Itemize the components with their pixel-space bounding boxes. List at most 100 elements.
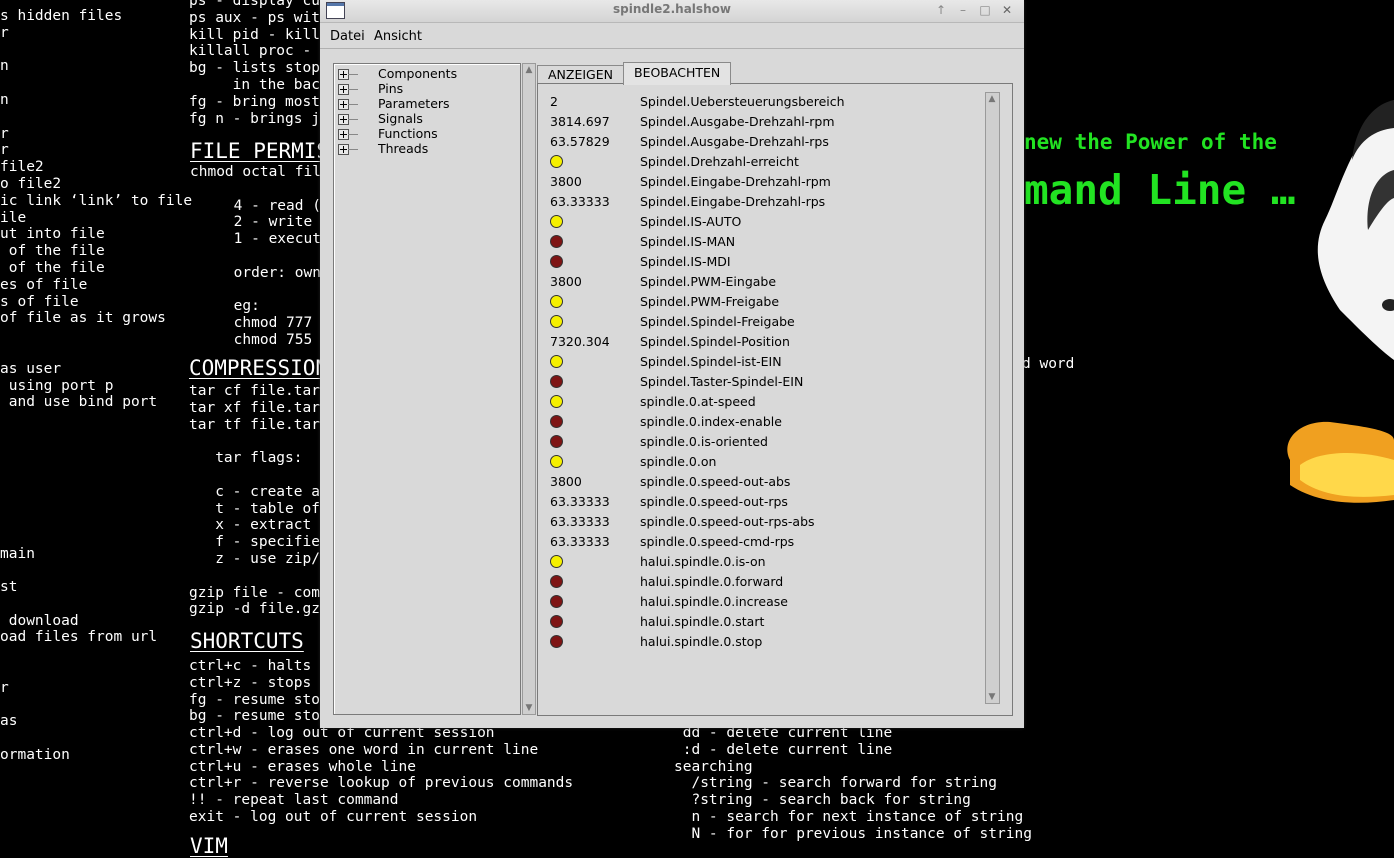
led-off-indicator-icon [550, 435, 563, 448]
watch-row[interactable]: 3800 Spindel.PWM-Eingabe [538, 272, 978, 292]
led-on-indicator-icon [550, 215, 563, 228]
watch-row[interactable]: 63.33333 spindle.0.speed-out-rps [538, 492, 978, 512]
watch-signal-name: halui.spindle.0.stop [640, 634, 763, 649]
watch-row[interactable]: Spindel.Spindel-ist-EIN [538, 352, 978, 372]
watch-value: 2 [550, 94, 558, 109]
keep-above-button[interactable]: ↑ [932, 1, 950, 19]
tree-item-label: Functions [378, 126, 438, 141]
watch-row[interactable]: Spindel.Taster-Spindel-EIN [538, 372, 978, 392]
tab-anzeigen[interactable]: ANZEIGEN [537, 65, 624, 84]
scroll-up-arrow-icon[interactable]: ▲ [524, 65, 534, 75]
watch-row[interactable]: Spindel.Drehzahl-erreicht [538, 152, 978, 172]
watch-row[interactable]: 63.57829 Spindel.Ausgabe-Drehzahl-rps [538, 132, 978, 152]
wallpaper-heading-compression: COMPRESSION [189, 356, 329, 380]
watch-signal-name: Spindel.IS-MAN [640, 234, 736, 249]
watch-value: 63.57829 [550, 134, 610, 149]
wallpaper-heading-vim: VIM [190, 834, 228, 858]
wallpaper-text-left: s hidden files r n n r r file2 o file2 i… [0, 8, 193, 764]
led-off-indicator-icon [550, 375, 563, 388]
watch-row[interactable]: Spindel.PWM-Freigabe [538, 292, 978, 312]
watch-row[interactable]: 63.33333 Spindel.Eingabe-Drehzahl-rps [538, 192, 978, 212]
maximize-button[interactable]: □ [976, 1, 994, 19]
watch-value: 63.33333 [550, 514, 610, 529]
window-titlebar[interactable]: spindle2.halshow ↑ – □ ✕ [320, 0, 1024, 23]
watch-value: 63.33333 [550, 194, 610, 209]
wallpaper-heading-permissions: FILE PERMIS [190, 139, 330, 163]
watch-row[interactable]: halui.spindle.0.is-on [538, 552, 978, 572]
watch-signal-name: spindle.0.on [640, 454, 717, 469]
watch-row[interactable]: 63.33333 spindle.0.speed-cmd-rps [538, 532, 978, 552]
watch-row[interactable]: spindle.0.at-speed [538, 392, 978, 412]
watch-signal-name: Spindel.Spindel-Freigabe [640, 314, 795, 329]
watch-signal-name: Spindel.PWM-Eingabe [640, 274, 777, 289]
tree-item-label: Components [378, 66, 458, 81]
watch-row[interactable]: spindle.0.index-enable [538, 412, 978, 432]
watch-value: 3800 [550, 174, 582, 189]
watch-row[interactable]: 63.33333 spindle.0.speed-out-rps-abs [538, 512, 978, 532]
watch-row[interactable]: 2 Spindel.Uebersteuerungsbereich [538, 92, 978, 112]
led-off-indicator-icon [550, 635, 563, 648]
watch-row[interactable]: Spindel.IS-MDI [538, 252, 978, 272]
close-button[interactable]: ✕ [998, 1, 1016, 19]
watch-signal-name: spindle.0.is-oriented [640, 434, 768, 449]
scroll-up-arrow-icon[interactable]: ▲ [987, 94, 997, 104]
watch-row[interactable]: spindle.0.on [538, 452, 978, 472]
minimize-button[interactable]: – [954, 1, 972, 19]
watch-signal-name: spindle.0.speed-out-abs [640, 474, 791, 489]
halshow-window: spindle2.halshow ↑ – □ ✕ Datei Ansicht C… [320, 0, 1024, 728]
led-on-indicator-icon [550, 395, 563, 408]
tree-connector-line [348, 149, 358, 150]
watch-row[interactable]: 7320.304 Spindel.Spindel-Position [538, 332, 978, 352]
watch-signal-name: Spindel.Spindel-Position [640, 334, 790, 349]
tree-item-label: Signals [378, 111, 423, 126]
wallpaper-text-vim: dd - delete current line :d - delete cur… [674, 725, 1032, 842]
watch-signal-name: halui.spindle.0.start [640, 614, 765, 629]
led-on-indicator-icon [550, 315, 563, 328]
watch-row[interactable]: Spindel.Spindel-Freigabe [538, 312, 978, 332]
watch-signal-name: Spindel.Eingabe-Drehzahl-rpm [640, 174, 831, 189]
wallpaper-slogan-line2: mand Line … [1024, 166, 1296, 214]
watch-signal-name: Spindel.Ausgabe-Drehzahl-rps [640, 134, 829, 149]
watch-scrollbar[interactable]: ▲ ▼ [985, 92, 1000, 704]
watch-row[interactable]: Spindel.IS-AUTO [538, 212, 978, 232]
led-off-indicator-icon [550, 575, 563, 588]
watch-signal-name: Spindel.IS-MDI [640, 254, 731, 269]
watch-signal-name: Spindel.Eingabe-Drehzahl-rps [640, 194, 826, 209]
wallpaper-slogan-line1: new the Power of the [1024, 130, 1277, 154]
watch-signal-name: halui.spindle.0.is-on [640, 554, 766, 569]
led-on-indicator-icon [550, 355, 563, 368]
watch-row[interactable]: halui.spindle.0.start [538, 612, 978, 632]
tab-beobachten[interactable]: BEOBACHTEN [623, 62, 732, 85]
menu-datei[interactable]: Datei [330, 29, 365, 44]
led-on-indicator-icon [550, 295, 563, 308]
menu-bar: Datei Ansicht [320, 26, 1024, 49]
menu-ansicht[interactable]: Ansicht [374, 29, 422, 44]
watch-signal-name: Spindel.Ausgabe-Drehzahl-rpm [640, 114, 835, 129]
hal-tree: Components Pins Parameters Signals Functions… [333, 63, 521, 715]
watch-row[interactable]: Spindel.IS-MAN [538, 232, 978, 252]
wallpaper-text-compression: tar cf file.tar tar xf file.tar tar tf f… [189, 383, 329, 618]
watch-list: 2 Spindel.Uebersteuerungsbereich 3814.697 S… [538, 92, 978, 652]
watch-signal-name: spindle.0.speed-cmd-rps [640, 534, 795, 549]
watch-signal-name: spindle.0.at-speed [640, 394, 756, 409]
led-off-indicator-icon [550, 255, 563, 268]
watch-row[interactable]: halui.spindle.0.stop [538, 632, 978, 652]
scroll-down-arrow-icon[interactable]: ▼ [524, 703, 534, 713]
led-off-indicator-icon [550, 415, 563, 428]
watch-signal-name: Spindel.Uebersteuerungsbereich [640, 94, 845, 109]
watch-row[interactable]: 3800 spindle.0.speed-out-abs [538, 472, 978, 492]
watch-value: 7320.304 [550, 334, 610, 349]
watch-row[interactable]: 3814.697 Spindel.Ausgabe-Drehzahl-rpm [538, 112, 978, 132]
watch-row[interactable]: spindle.0.is-oriented [538, 432, 978, 452]
tree-connector-line [348, 134, 358, 135]
scroll-down-arrow-icon[interactable]: ▼ [987, 692, 997, 702]
led-off-indicator-icon [550, 615, 563, 628]
watch-value: 63.33333 [550, 494, 610, 509]
watch-row[interactable]: halui.spindle.0.forward [538, 572, 978, 592]
watch-row[interactable]: halui.spindle.0.increase [538, 592, 978, 612]
watch-row[interactable]: 3800 Spindel.Eingabe-Drehzahl-rpm [538, 172, 978, 192]
wallpaper-text-shortcuts-2: ctrl+d - log out of current session ctrl… [189, 725, 574, 825]
watch-signal-name: Spindel.Taster-Spindel-EIN [640, 374, 804, 389]
wallpaper-text-shortcuts: ctrl+c - halts c ctrl+z - stops c fg - r… [189, 658, 329, 725]
tree-scrollbar[interactable]: ▲ ▼ [522, 63, 536, 715]
